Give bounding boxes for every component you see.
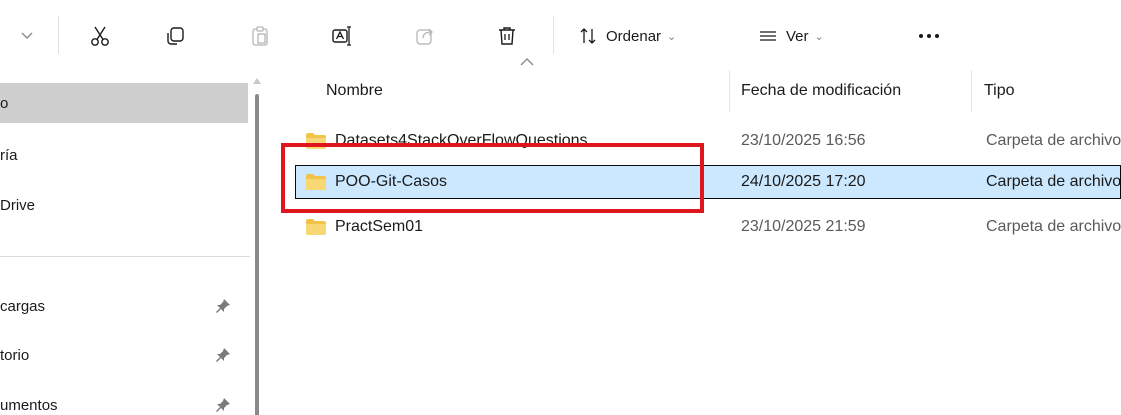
column-header-date[interactable]: Fecha de modificación bbox=[741, 70, 971, 112]
nav-item-escritorio[interactable]: torio bbox=[0, 335, 248, 375]
clipboard-icon bbox=[252, 26, 268, 46]
chevron-down-icon[interactable] bbox=[14, 18, 40, 54]
scroll-up-arrow-icon[interactable] bbox=[253, 78, 261, 84]
column-divider[interactable] bbox=[729, 70, 730, 112]
file-name-cell: PractSem01 bbox=[305, 210, 735, 244]
nav-item-inicio[interactable]: o bbox=[0, 83, 248, 123]
file-row[interactable]: PractSem01 23/10/2025 21:59 Carpeta de a… bbox=[295, 210, 1121, 244]
sidebar-scrollbar[interactable] bbox=[250, 70, 264, 415]
cut-button[interactable] bbox=[86, 18, 114, 54]
more-icon bbox=[919, 34, 939, 38]
paste-button[interactable] bbox=[246, 18, 274, 54]
command-bar: Ordenar ⌄ Ver ⌄ bbox=[0, 0, 1121, 70]
copy-icon bbox=[167, 27, 184, 45]
sidebar-divider bbox=[0, 256, 252, 257]
sort-label: Ordenar bbox=[606, 27, 662, 45]
nav-item-onedrive[interactable]: Drive bbox=[0, 185, 248, 225]
file-type: Carpeta de archivos bbox=[986, 132, 1121, 149]
sort-button[interactable]: Ordenar ⌄ bbox=[578, 18, 676, 54]
rename-button[interactable] bbox=[328, 18, 356, 54]
pin-icon bbox=[216, 398, 230, 412]
view-label: Ver bbox=[786, 27, 809, 45]
chevron-down-icon: ⌄ bbox=[667, 30, 677, 43]
scrollbar-thumb[interactable] bbox=[255, 94, 259, 415]
column-divider[interactable] bbox=[971, 70, 972, 112]
nav-item-label: torio bbox=[0, 346, 30, 364]
rename-icon bbox=[332, 26, 351, 46]
toolbar-divider bbox=[553, 16, 554, 54]
file-type: Carpeta de archivos bbox=[986, 218, 1121, 235]
toolbar-divider bbox=[58, 16, 59, 54]
file-date: 23/10/2025 21:59 bbox=[741, 218, 866, 235]
scissors-icon bbox=[91, 26, 109, 46]
nav-item-label: o bbox=[0, 94, 9, 112]
pin-icon bbox=[216, 348, 230, 362]
file-date: 24/10/2025 17:20 bbox=[741, 173, 866, 190]
nav-item-label: ría bbox=[0, 146, 18, 164]
folder-icon bbox=[306, 219, 326, 235]
pin-icon bbox=[216, 299, 230, 313]
nav-item-label: Drive bbox=[0, 196, 36, 214]
nav-item-descargas[interactable]: cargas bbox=[0, 286, 248, 326]
column-header-label: Nombre bbox=[326, 82, 383, 99]
more-options-button[interactable] bbox=[914, 18, 944, 54]
file-name: PractSem01 bbox=[335, 218, 424, 235]
delete-button[interactable] bbox=[493, 18, 521, 54]
file-type: Carpeta de archivos bbox=[986, 173, 1121, 190]
view-button[interactable]: Ver ⌄ bbox=[758, 18, 824, 54]
view-lines-icon bbox=[760, 31, 776, 41]
annotation-highlight-box bbox=[281, 143, 704, 213]
column-header-label: Tipo bbox=[984, 82, 1015, 99]
share-button[interactable] bbox=[411, 18, 439, 54]
column-header-label: Fecha de modificación bbox=[741, 82, 902, 99]
sort-icon bbox=[580, 28, 596, 44]
column-header-type[interactable]: Tipo bbox=[984, 70, 1114, 112]
column-header-name[interactable]: Nombre bbox=[326, 70, 726, 112]
navigation-pane: o ría Drive cargas torio umentos bbox=[0, 70, 255, 415]
trash-icon bbox=[499, 27, 515, 45]
copy-button[interactable] bbox=[161, 18, 189, 54]
sort-ascending-icon bbox=[520, 58, 534, 66]
nav-item-label: umentos bbox=[0, 396, 58, 414]
column-headers: Nombre Fecha de modificación Tipo bbox=[295, 58, 1121, 112]
file-date: 23/10/2025 16:56 bbox=[741, 132, 866, 149]
chevron-down-icon: ⌄ bbox=[814, 30, 824, 43]
nav-item-label: cargas bbox=[0, 297, 46, 315]
nav-item-documentos[interactable]: umentos bbox=[0, 385, 248, 415]
share-icon bbox=[416, 28, 433, 45]
nav-item-galeria[interactable]: ría bbox=[0, 135, 248, 175]
